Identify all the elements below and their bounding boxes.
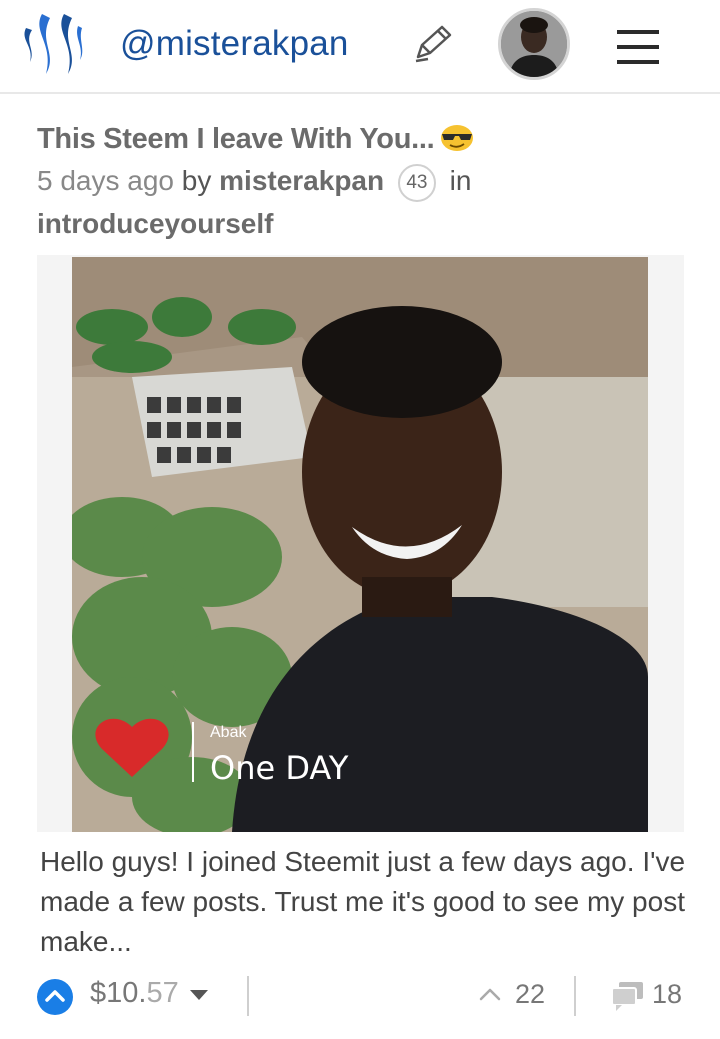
category-link[interactable]: introduceyourself [37, 208, 273, 240]
chevron-up-icon [45, 990, 65, 1002]
author-link[interactable]: misterakpan [219, 165, 384, 196]
chevron-up-icon[interactable] [478, 986, 502, 1002]
image-overlay-large: One DAY [210, 749, 349, 787]
top-header: @misterakpan [0, 0, 720, 94]
hamburger-menu-icon[interactable] [617, 30, 659, 64]
payout-amount[interactable]: $10.57 [90, 977, 179, 1010]
post-title-text: This Steem I leave With You... [37, 123, 435, 155]
post-title[interactable]: This Steem I leave With You... [37, 122, 474, 156]
pen-icon[interactable] [412, 23, 454, 63]
by-label: by [181, 165, 212, 196]
username-link[interactable]: @misterakpan [120, 24, 349, 64]
in-label: in [449, 165, 472, 196]
footer-divider [247, 976, 249, 1016]
comments-count[interactable]: 18 [652, 979, 682, 1010]
post-excerpt[interactable]: Hello guys! I joined Steemit just a few … [40, 842, 690, 962]
footer-divider [574, 976, 576, 1016]
steem-logo-icon[interactable] [20, 10, 86, 80]
votes-count[interactable]: 22 [515, 979, 545, 1010]
comments-icon[interactable] [609, 979, 645, 1013]
upvote-button[interactable] [37, 979, 73, 1015]
reputation-badge: 43 [397, 164, 436, 202]
avatar[interactable] [498, 8, 570, 80]
sunglasses-emoji-icon [441, 125, 474, 151]
payout-main: $10. [90, 977, 147, 1009]
image-overlay-small: Abak [210, 724, 247, 741]
post-meta: 5 days ago by misterakpan 43 in [37, 164, 471, 202]
user-avatar [501, 11, 567, 77]
post-image-container[interactable]: Abak One DAY [37, 255, 684, 832]
chevron-down-icon[interactable] [190, 990, 208, 1000]
post-footer: $10.57 22 18 [0, 970, 720, 1020]
post-time[interactable]: 5 days ago [37, 165, 174, 196]
payout-cents: 57 [146, 977, 179, 1009]
post-image: Abak One DAY [72, 257, 648, 832]
